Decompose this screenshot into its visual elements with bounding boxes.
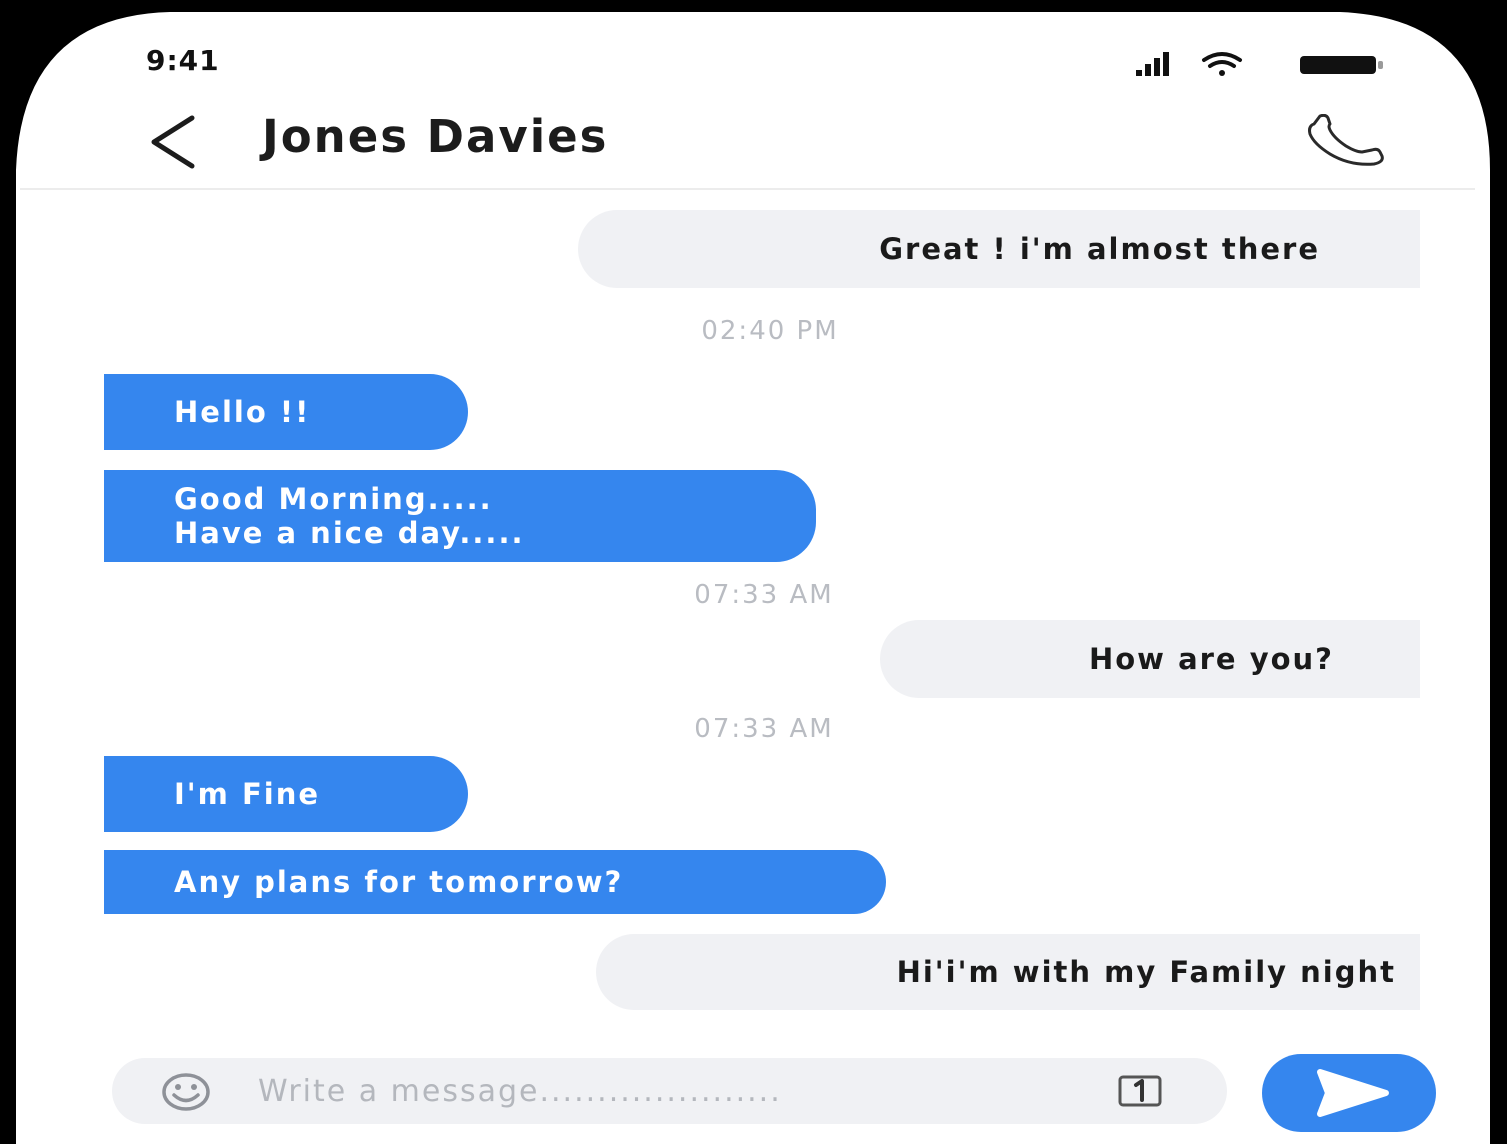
status-time: 9:41 (146, 44, 220, 77)
message-outgoing: Hi'i'm with my Family night (596, 934, 1420, 1010)
smiley-icon (162, 1073, 210, 1111)
back-button[interactable] (140, 112, 210, 172)
send-button[interactable] (1262, 1054, 1436, 1132)
chat-screen: 9:41 Jones Davies Great ! i'm almost the (0, 0, 1507, 1144)
message-input[interactable] (256, 1064, 1080, 1118)
call-button[interactable] (1300, 113, 1396, 168)
message-outgoing: How are you? (880, 620, 1420, 698)
signal-icon (1136, 52, 1169, 76)
message-incoming: Any plans for tomorrow? (104, 850, 886, 914)
message-incoming: Good Morning..... Have a nice day..... (104, 470, 816, 562)
header-divider (20, 188, 1475, 190)
message-outgoing: Great ! i'm almost there (578, 210, 1420, 288)
phone-icon (1308, 113, 1384, 166)
message-timestamp: 07:33 AM (694, 714, 834, 744)
status-icons (1136, 52, 1383, 76)
message-incoming: I'm Fine (104, 756, 468, 832)
battery-icon (1300, 56, 1383, 74)
contact-name: Jones Davies (262, 110, 609, 163)
chevron-left-icon (151, 115, 195, 169)
message-timestamp: 07:33 AM (694, 580, 834, 610)
message-timestamp: 02:40 PM (701, 316, 839, 346)
send-icon (1317, 1069, 1389, 1117)
wifi-icon (1202, 52, 1242, 76)
emoji-button[interactable] (160, 1072, 212, 1112)
message-incoming: Hello !! (104, 374, 468, 450)
attachment-icon (1118, 1075, 1162, 1107)
attachment-button[interactable] (1114, 1074, 1168, 1108)
